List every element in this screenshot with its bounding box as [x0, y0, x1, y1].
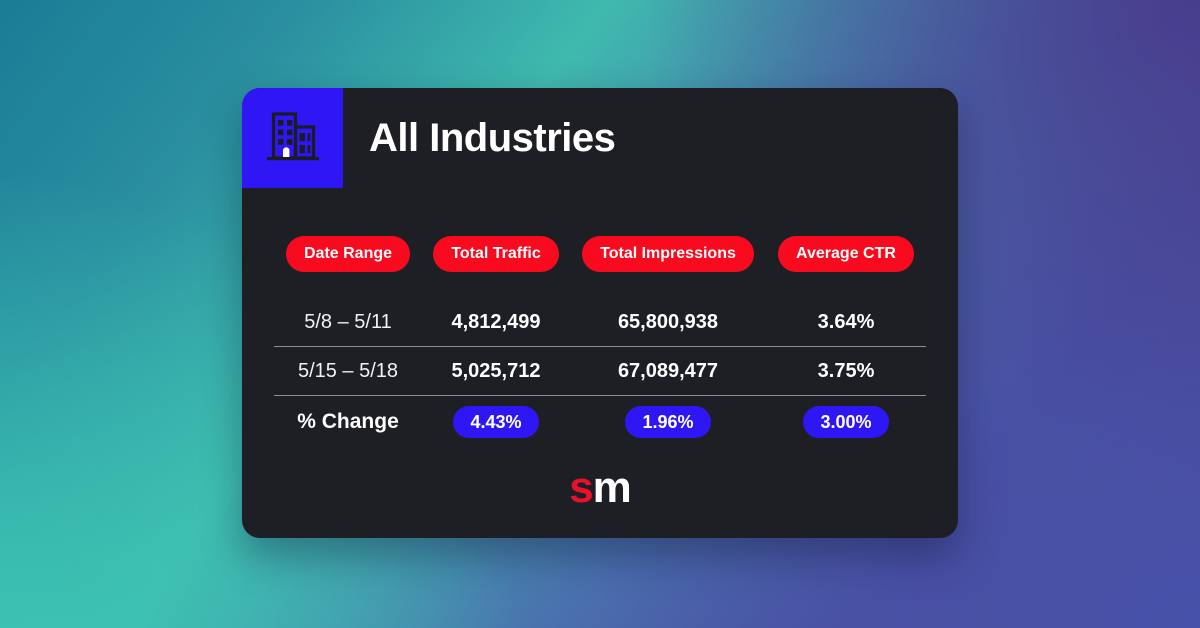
cell-change-average-ctr: 3.00% — [766, 405, 926, 439]
value-average-ctr: 3.64% — [817, 310, 875, 333]
office-building-icon — [242, 88, 343, 188]
status-badge-total-impressions: Total Impressions — [582, 236, 754, 272]
stats-card: All Industries Date Range Total Traffic … — [242, 88, 958, 538]
header-cell-date-range: Date Range — [274, 236, 422, 272]
cell-total-impressions: 67,089,477 — [570, 360, 766, 383]
cell-average-ctr: 3.64% — [766, 311, 926, 334]
cell-change-total-traffic: 4.43% — [422, 405, 570, 439]
page-title: All Industries — [369, 115, 616, 160]
brand-logo: s m — [242, 466, 958, 510]
status-badge-change-total-impressions: 1.96% — [625, 405, 711, 439]
value-total-impressions: 67,089,477 — [617, 359, 719, 382]
status-badge-change-total-traffic: 4.43% — [453, 405, 539, 439]
cell-average-ctr: 3.75% — [766, 360, 926, 383]
cell-change-label: % Change — [274, 410, 422, 434]
cell-date-range: 5/8 – 5/11 — [274, 311, 422, 334]
value-date-range: 5/8 – 5/11 — [304, 310, 392, 333]
change-row-label: % Change — [297, 410, 399, 433]
background-canvas: All Industries Date Range Total Traffic … — [0, 0, 1200, 628]
value-total-traffic: 4,812,499 — [451, 310, 541, 333]
metrics-table: Date Range Total Traffic Total Impressio… — [274, 226, 926, 448]
value-average-ctr: 3.75% — [817, 359, 875, 382]
card-header: All Industries — [242, 88, 958, 188]
value-total-impressions: 65,800,938 — [617, 310, 719, 333]
status-badge-date-range: Date Range — [285, 236, 411, 272]
table-row: 5/8 – 5/11 4,812,499 65,800,938 3.64% — [274, 298, 926, 347]
header-cell-total-traffic: Total Traffic — [422, 236, 570, 272]
brand-logo-s: s — [569, 463, 594, 512]
status-badge-average-ctr: Average CTR — [778, 236, 914, 272]
value-total-traffic: 5,025,712 — [451, 359, 541, 382]
status-badge-total-traffic: Total Traffic — [433, 236, 559, 272]
brand-logo-m: m — [592, 463, 632, 512]
status-badge-change-average-ctr: 3.00% — [803, 405, 889, 439]
table-change-row: % Change 4.43% 1.96% 3.00% — [274, 396, 926, 448]
value-date-range: 5/15 – 5/18 — [297, 359, 399, 382]
cell-change-total-impressions: 1.96% — [570, 405, 766, 439]
header-cell-total-impressions: Total Impressions — [570, 236, 766, 272]
cell-total-traffic: 5,025,712 — [422, 360, 570, 383]
cell-total-traffic: 4,812,499 — [422, 311, 570, 334]
table-header-row: Date Range Total Traffic Total Impressio… — [274, 226, 926, 282]
cell-total-impressions: 65,800,938 — [570, 311, 766, 334]
table-row: 5/15 – 5/18 5,025,712 67,089,477 3.75% — [274, 347, 926, 396]
header-cell-average-ctr: Average CTR — [766, 236, 926, 272]
cell-date-range: 5/15 – 5/18 — [274, 360, 422, 383]
